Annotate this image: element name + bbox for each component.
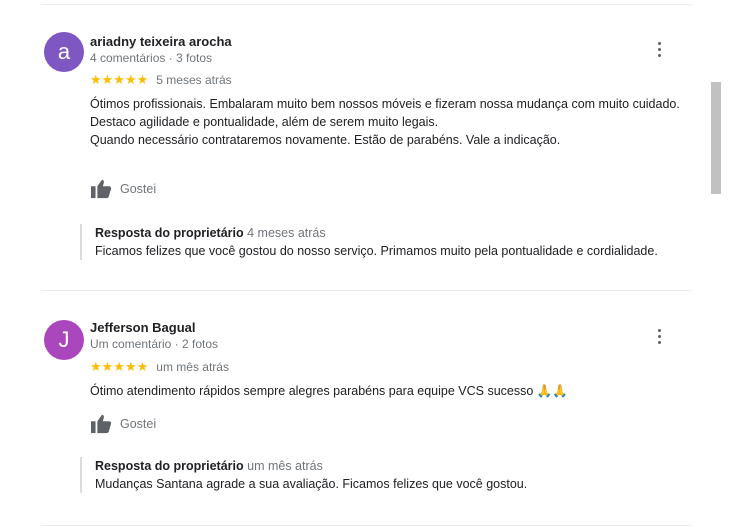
reply-title: Resposta do proprietário	[95, 459, 244, 473]
bottom-divider	[42, 525, 692, 526]
review-date: 5 meses atrás	[156, 73, 232, 87]
thumbs-up-icon	[91, 179, 112, 199]
reviewer-meta: Um comentário · 2 fotos	[90, 337, 219, 351]
review-text-line: Quando necessário contrataremos novament…	[90, 133, 561, 147]
review-card: J Jefferson Bagual Um comentário · 2 fot…	[42, 290, 692, 525]
review-text-line: Ótimos profissionais. Embalaram muito be…	[90, 97, 680, 111]
reply-date: um mês atrás	[247, 459, 323, 473]
review-text-line: Ótimo atendimento rápidos sempre alegres…	[90, 384, 534, 398]
like-button[interactable]: Gostei	[90, 414, 156, 434]
reply-text: Ficamos felizes que você gostou do nosso…	[95, 244, 658, 258]
review-card: a ariadny teixeira arocha 4 comentários …	[42, 0, 692, 290]
owner-reply: Resposta do proprietário um mês atrás Mu…	[80, 457, 715, 493]
reviewer-meta: 4 comentários · 3 fotos	[90, 51, 213, 65]
avatar[interactable]: J	[44, 320, 84, 360]
reply-date: 4 meses atrás	[247, 226, 326, 240]
more-vert-icon[interactable]	[656, 42, 662, 57]
reply-title: Resposta do proprietário	[95, 226, 244, 240]
owner-reply: Resposta do proprietário 4 meses atrás F…	[80, 224, 715, 260]
reviewer-name[interactable]: ariadny teixeira arocha	[90, 34, 232, 49]
like-label: Gostei	[120, 182, 157, 196]
review-text-line: Destaco agilidade e pontualidade, além d…	[90, 115, 439, 129]
rating-row: ★★★★★ 5 meses atrás	[90, 72, 232, 88]
like-label: Gostei	[120, 417, 157, 431]
reviewer-name[interactable]: Jefferson Bagual	[90, 320, 195, 335]
review-text: Ótimo atendimento rápidos sempre alegres…	[90, 382, 690, 400]
more-vert-icon[interactable]	[656, 329, 662, 344]
rating-row: ★★★★★ um mês atrás	[90, 359, 229, 375]
star-rating-icon: ★★★★★	[90, 72, 149, 87]
praying-hands-emoji: 🙏🙏	[536, 383, 568, 398]
review-date: um mês atrás	[156, 360, 229, 374]
scrollbar-thumb[interactable]	[711, 82, 721, 194]
like-button[interactable]: Gostei	[90, 179, 156, 199]
reply-text: Mudanças Santana agrade a sua avaliação.…	[95, 477, 528, 491]
review-text: Ótimos profissionais. Embalaram muito be…	[90, 95, 690, 149]
avatar[interactable]: a	[44, 32, 84, 72]
star-rating-icon: ★★★★★	[90, 359, 149, 374]
thumbs-up-icon	[91, 414, 112, 434]
